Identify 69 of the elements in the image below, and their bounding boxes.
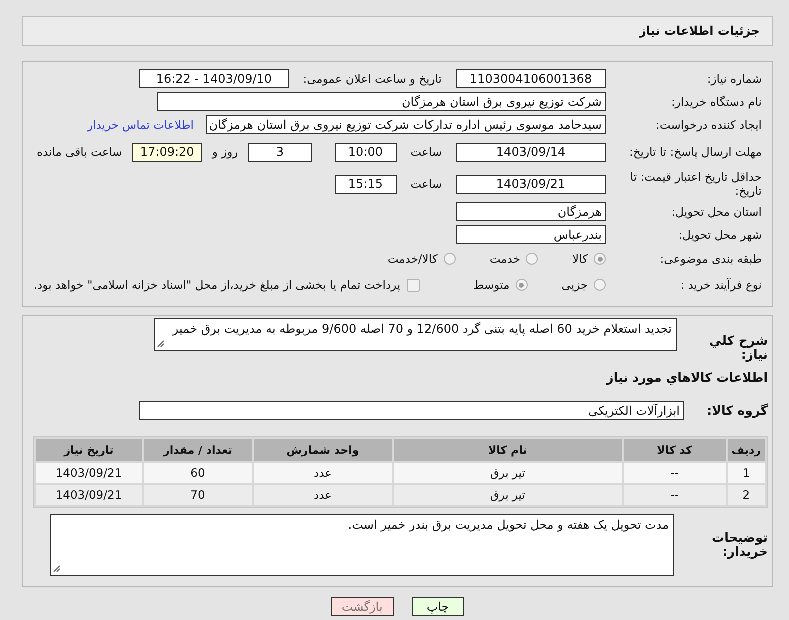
field-label: مهلت ارسال پاسخ: تا تاریخ:: [628, 145, 762, 159]
column-header: کد کالا: [624, 439, 726, 461]
remaining-time-field: 17:09:20: [132, 142, 202, 162]
field-label: استان محل تحویل:: [670, 204, 762, 218]
field-label: شرح کلي نياز:: [708, 334, 768, 362]
radio-label: متوسط: [474, 278, 510, 292]
buyer-org-field: شرکت توزیع نیروی برق استان هرمزگان: [157, 92, 606, 111]
date-field: 1403/09/21: [456, 174, 606, 194]
radio-label: جزیی: [562, 278, 588, 292]
table-cell: 70: [144, 485, 252, 505]
radio-button[interactable]: [444, 253, 456, 265]
table-cell: 1: [728, 463, 765, 483]
time-field: 15:15: [334, 174, 397, 194]
table-cell: 2: [728, 485, 765, 505]
radio-button[interactable]: [526, 253, 538, 265]
table-cell: 60: [144, 463, 252, 483]
radio-label: خدمت: [490, 252, 520, 266]
back-button[interactable]: بازگشت: [330, 597, 394, 616]
checkbox[interactable]: [406, 278, 420, 292]
date-field: 1403/09/14: [456, 142, 606, 162]
table-cell: عدد: [254, 463, 392, 483]
table-cell: --: [624, 463, 726, 483]
field-label: شماره نیاز:: [706, 72, 762, 86]
column-header: رديف: [728, 439, 765, 461]
requester-field: سیدحامد موسوی رئیس اداره تدارکات شرکت توزیع نیروی برق استان هرمزگان: [206, 115, 606, 134]
page-title: جزئیات اطلاعات نیاز: [639, 24, 760, 38]
resize-grip-icon[interactable]: [157, 340, 165, 348]
table-cell: عدد: [254, 485, 392, 505]
time-field: 10:00: [334, 142, 397, 162]
column-header: تاریخ نیاز: [36, 439, 142, 461]
field-label: ساعت باقی مانده: [37, 145, 122, 159]
table-cell: تیر برق: [394, 485, 622, 505]
announce-date-field: 1403/09/10 - 16:22: [139, 69, 290, 88]
column-header: واحد شمارش: [254, 439, 392, 461]
field-label: گروه کالا:: [706, 404, 768, 418]
field-label: نام دستگاه خریدار:: [670, 94, 762, 108]
table-cell: 1403/09/21: [36, 463, 142, 483]
city-field: بندرعباس: [456, 225, 606, 244]
field-label: ساعت: [410, 145, 442, 159]
radio-button[interactable]: [516, 279, 528, 291]
radio-button[interactable]: [594, 279, 606, 291]
contact-link[interactable]: اطلاعات تماس خریدار: [87, 118, 194, 132]
description-textarea[interactable]: تجدید استعلام خرید 60 اصله پایه بتنی گرد 12/600 و 70 اصله 9/600 مربوطه به مدیریت برق خمیر: [154, 318, 677, 351]
buyer-notes-textarea[interactable]: مدت تحویل یک هفته و محل تحویل مدیریت برق بندر خمیر است.: [50, 514, 674, 576]
section-heading: اطلاعات کالاهاي مورد نياز: [605, 370, 768, 385]
radio-label: کالا: [572, 252, 588, 266]
radio-label: کالا/خدمت: [388, 252, 438, 266]
field-label: حداقل تاریخ اعتبار قیمت: تا تاریخ:: [629, 170, 762, 198]
field-label: توضیحات خریدار:: [711, 531, 768, 559]
radio-button[interactable]: [594, 253, 606, 265]
goods-group-field: ابزارآلات الکتریکی: [139, 401, 684, 420]
table-cell: --: [624, 485, 726, 505]
column-header: تعداد / مقدار: [144, 439, 252, 461]
column-header: نام کالا: [394, 439, 622, 461]
checkbox-label: پرداخت تمام یا بخشی از مبلغ خرید،از محل "اسناد خزانه اسلامی" خواهد بود.: [34, 278, 401, 292]
need-number-field: 1103004106001368: [456, 69, 606, 88]
days-field: 3: [248, 142, 312, 162]
table-cell: 1403/09/21: [36, 485, 142, 505]
field-label: شهر محل تحویل:: [678, 228, 762, 242]
table-cell: تیر برق: [394, 463, 622, 483]
field-label: طبقه بندی موضوعی:: [659, 252, 762, 266]
province-field: هرمزگان: [456, 202, 606, 221]
field-label: روز و: [212, 145, 238, 159]
field-label: تاریخ و ساعت اعلان عمومی:: [303, 72, 442, 86]
print-button[interactable]: چاپ: [412, 597, 464, 616]
field-label: ساعت: [410, 177, 442, 191]
resize-grip-icon[interactable]: [53, 565, 61, 573]
field-label: ایجاد کننده درخواست:: [655, 118, 762, 132]
field-label: نوع فرآیند خرید :: [680, 278, 762, 292]
